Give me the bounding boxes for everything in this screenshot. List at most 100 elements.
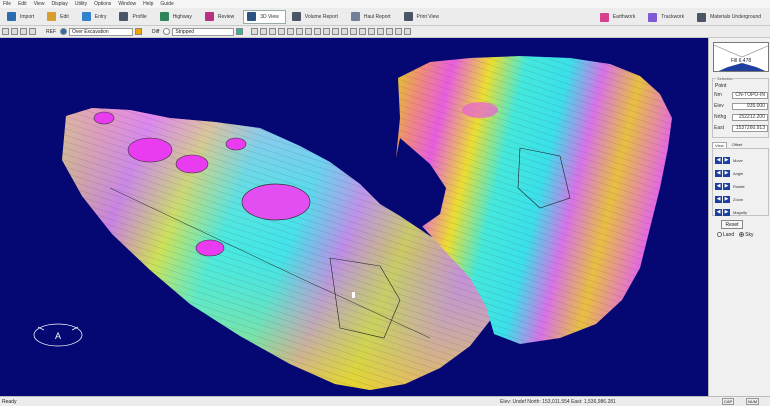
nav-row-angle: ◀ ▶ Angle xyxy=(715,169,765,177)
record-icon[interactable] xyxy=(359,28,367,35)
toolbar-print-view-button[interactable]: Print View xyxy=(400,10,446,24)
toolbar-button-label: Volume Report xyxy=(304,13,338,20)
toolbar-button-label: Review xyxy=(217,13,235,20)
land-radio[interactable] xyxy=(717,232,722,238)
zoom-increase-button[interactable]: ▶ xyxy=(723,195,730,203)
toolbar-button-label: Materials Underground xyxy=(710,14,761,20)
play-icon[interactable] xyxy=(323,28,331,35)
new-icon[interactable] xyxy=(2,28,9,35)
ref-icon[interactable] xyxy=(60,28,67,35)
move-decrease-button[interactable]: ◀ xyxy=(715,156,722,164)
pond-3 xyxy=(225,137,247,151)
toolbar-haul-report-button[interactable]: Haul Report xyxy=(347,10,398,24)
toolbar-materials-underground-button[interactable]: Materials Underground xyxy=(693,10,768,24)
zoom-decrease-button[interactable]: ◀ xyxy=(715,195,722,203)
sky-radio[interactable] xyxy=(739,232,745,238)
menu-file[interactable]: File xyxy=(3,1,11,7)
toolbar-edit-button[interactable]: Edit xyxy=(43,10,76,24)
pan-icon[interactable] xyxy=(269,28,277,35)
measure-icon[interactable] xyxy=(314,28,322,35)
forward-icon[interactable] xyxy=(350,28,358,35)
toolbar-highway-button[interactable]: Highway xyxy=(156,10,199,24)
toolbar-import-button[interactable]: Import xyxy=(3,10,41,24)
reset-button[interactable]: Reset xyxy=(721,220,743,229)
fit-icon[interactable] xyxy=(287,28,295,35)
toolbar-button-label: 3D View xyxy=(260,13,279,20)
selection-value[interactable]: 1537260.913 xyxy=(732,124,768,132)
ref-select[interactable]: Over Excavation xyxy=(69,27,133,36)
menu-guide[interactable]: Guide xyxy=(160,1,173,7)
menu-display[interactable]: Display xyxy=(51,1,67,7)
nav-row-zoom: ◀ ▶ Zoom xyxy=(715,195,765,203)
toolbar-earthwork-button[interactable]: Earthwork xyxy=(596,10,643,24)
diff-color-icon[interactable] xyxy=(236,28,244,35)
ref-select-value: Over Excavation xyxy=(72,28,109,35)
land-option[interactable]: Land xyxy=(717,232,734,238)
menu-options[interactable]: Options xyxy=(94,1,111,7)
options-icon[interactable] xyxy=(395,28,403,35)
pond-5 xyxy=(195,239,225,257)
menu-view[interactable]: View xyxy=(34,1,45,7)
status-text: Ready xyxy=(2,398,17,405)
pond-7 xyxy=(462,102,498,118)
menu-edit[interactable]: Edit xyxy=(18,1,27,7)
window-icon[interactable] xyxy=(404,28,412,35)
toolbar-button-label: Earthwork xyxy=(612,14,636,20)
rotate-increase-button[interactable]: ▶ xyxy=(723,182,730,190)
selection-value[interactable]: 935.000 xyxy=(732,102,768,110)
pond-4 xyxy=(241,183,311,221)
3d-viewport[interactable]: A xyxy=(0,38,708,396)
selection-title: Selection xyxy=(716,76,735,81)
zoom-out-icon[interactable] xyxy=(260,28,268,35)
angle-increase-button[interactable]: ▶ xyxy=(723,169,730,177)
menu-utility[interactable]: Utility xyxy=(75,1,87,7)
toolbar-entry-button[interactable]: Entry xyxy=(78,10,114,24)
land-sky-radios: Land Sky xyxy=(717,232,753,238)
zoom-in-icon[interactable] xyxy=(251,28,259,35)
angle-decrease-button[interactable]: ◀ xyxy=(715,169,722,177)
ref-label: REF xyxy=(46,28,56,35)
ref-color-icon[interactable] xyxy=(135,28,142,35)
selection-row-nm: Nm CN-TOPO-IN xyxy=(714,91,768,99)
stop-icon[interactable] xyxy=(332,28,340,35)
move-increase-button[interactable]: ▶ xyxy=(723,156,730,164)
menu-window[interactable]: Window xyxy=(118,1,136,7)
refresh-icon[interactable] xyxy=(296,28,304,35)
nav-row-move: ◀ ▶ Move xyxy=(715,156,765,164)
diff-select[interactable]: Stripped xyxy=(172,27,235,36)
magnify-increase-button[interactable]: ▶ xyxy=(723,208,730,216)
selection-value[interactable]: CN-TOPO-IN xyxy=(732,91,768,99)
nav-label: Move xyxy=(733,157,743,163)
3d-view-icon xyxy=(247,12,257,21)
open-icon[interactable] xyxy=(11,28,18,35)
snapshot-icon[interactable] xyxy=(386,28,394,35)
selection-key: Elev xyxy=(714,103,724,109)
save-icon[interactable] xyxy=(20,28,27,35)
rotate-decrease-button[interactable]: ◀ xyxy=(715,182,722,190)
layers-icon[interactable] xyxy=(377,28,385,35)
nav-label: Rotate xyxy=(733,183,745,189)
toolbar-3d-view-button[interactable]: 3D View xyxy=(243,9,286,24)
magnify-decrease-button[interactable]: ◀ xyxy=(715,208,722,216)
sky-option[interactable]: Sky xyxy=(739,232,753,238)
print-icon[interactable] xyxy=(29,28,36,35)
menu-help[interactable]: Help xyxy=(143,1,153,7)
selection-value[interactable]: 152212.200 xyxy=(732,113,768,121)
back-icon[interactable] xyxy=(341,28,349,35)
pond-2 xyxy=(175,154,209,174)
toolbar-review-button[interactable]: Review xyxy=(201,10,241,24)
toolbar-volume-report-button[interactable]: Volume Report xyxy=(288,10,345,24)
diff-select-value: Stripped xyxy=(175,28,195,35)
selection-row-nrthg: Nrthg 152212.200 xyxy=(714,113,768,121)
rotate-icon[interactable] xyxy=(278,28,286,35)
pond-6 xyxy=(93,111,115,125)
point-label: Point xyxy=(715,83,727,89)
step-icon[interactable] xyxy=(368,28,376,35)
cap-indicator: CAP xyxy=(722,398,735,405)
toolbar-profile-button[interactable]: Profile xyxy=(115,10,153,24)
toolbar-trackwork-button[interactable]: Trackwork xyxy=(644,10,691,24)
select-icon[interactable] xyxy=(305,28,313,35)
diff-radio-icon[interactable] xyxy=(163,28,171,35)
highway-icon xyxy=(159,12,169,21)
profile-icon xyxy=(119,12,129,21)
